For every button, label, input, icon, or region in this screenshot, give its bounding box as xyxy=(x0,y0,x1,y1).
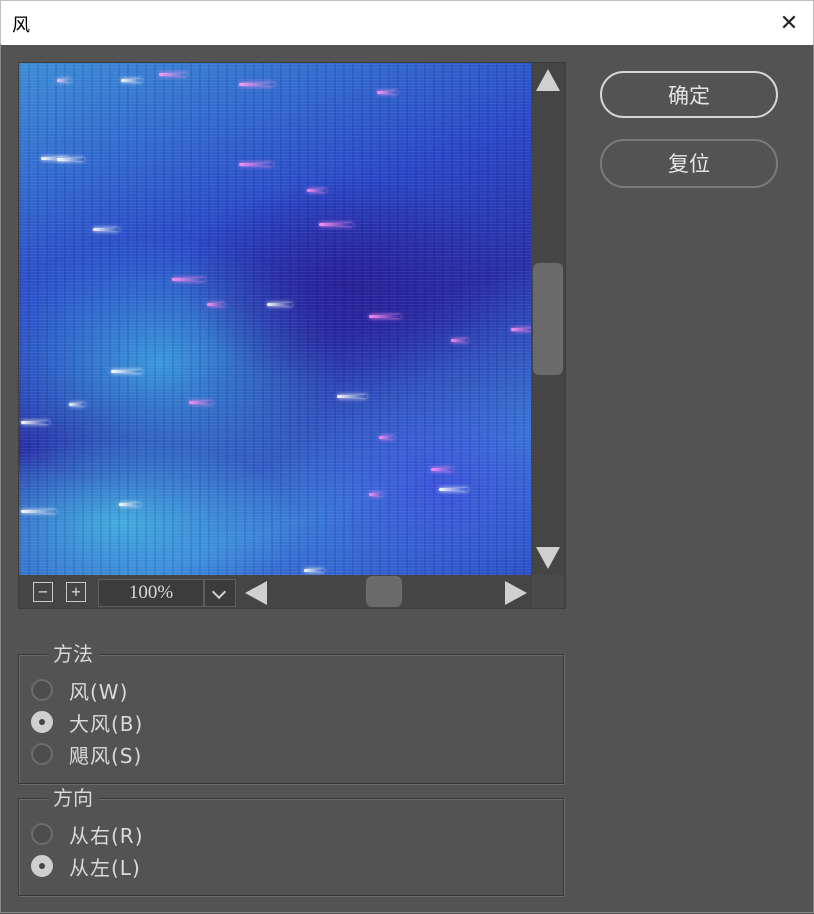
light-speck xyxy=(451,339,468,342)
light-speck xyxy=(207,303,225,306)
method-option-label: 风(W) xyxy=(69,679,129,704)
light-speck xyxy=(239,83,274,86)
light-speck xyxy=(121,79,142,82)
method-legend: 方法 xyxy=(47,641,99,667)
direction-option-label: 从右(R) xyxy=(69,823,144,848)
light-speck xyxy=(189,401,212,404)
method-option-wind[interactable]: 风(W) xyxy=(31,677,129,704)
method-option-stagger[interactable]: 飓风(S) xyxy=(31,741,143,768)
light-speck xyxy=(307,189,326,192)
ok-button[interactable]: 确定 xyxy=(600,71,778,118)
light-speck xyxy=(21,421,49,424)
vertical-scroll-thumb[interactable] xyxy=(533,263,563,375)
light-speck xyxy=(57,158,84,161)
light-speck xyxy=(369,315,401,318)
radio-icon[interactable] xyxy=(31,743,53,765)
light-speck xyxy=(21,510,56,513)
light-speck xyxy=(239,163,273,166)
scroll-up-icon[interactable] xyxy=(536,69,560,91)
light-speck xyxy=(172,278,205,281)
radio-icon[interactable] xyxy=(31,711,53,733)
light-speck xyxy=(377,91,397,94)
direction-legend: 方向 xyxy=(47,785,99,811)
radio-icon[interactable] xyxy=(31,823,53,845)
zoom-value[interactable]: 100% xyxy=(98,579,204,607)
light-speck xyxy=(57,79,71,82)
horizontal-scroll-thumb[interactable] xyxy=(366,576,402,607)
light-speck xyxy=(119,503,140,506)
scroll-right-icon[interactable] xyxy=(505,581,527,605)
direction-option-label: 从左(L) xyxy=(69,855,141,880)
method-option-label: 飓风(S) xyxy=(69,743,143,768)
light-speck xyxy=(379,436,394,439)
method-option-label: 大风(B) xyxy=(69,711,144,736)
zoom-in-button[interactable]: + xyxy=(66,582,86,602)
vertical-scrollbar[interactable] xyxy=(532,63,564,575)
light-speck xyxy=(267,303,292,306)
scroll-left-icon[interactable] xyxy=(245,581,267,605)
method-group: 方法 风(W) 大风(B) 飓风(S) xyxy=(18,641,564,784)
title-bar: 风 ✕ xyxy=(0,0,814,45)
window-title: 风 xyxy=(12,15,30,36)
light-speck xyxy=(511,328,531,331)
light-speck xyxy=(69,403,85,406)
zoom-out-button[interactable]: − xyxy=(33,582,53,602)
zoom-bar: − + 100% xyxy=(19,575,531,608)
preview-panel: − + 100% xyxy=(18,62,566,609)
light-speck xyxy=(337,395,367,398)
close-icon[interactable]: ✕ xyxy=(773,7,805,39)
light-speck xyxy=(431,468,453,471)
light-speck xyxy=(369,493,383,496)
scroll-down-icon[interactable] xyxy=(536,547,560,569)
chevron-down-icon[interactable] xyxy=(204,579,236,607)
direction-option-from-left[interactable]: 从左(L) xyxy=(31,853,141,880)
preview-image[interactable] xyxy=(19,63,531,575)
method-option-blast[interactable]: 大风(B) xyxy=(31,709,144,736)
light-speck xyxy=(439,488,468,491)
horizontal-scrollbar[interactable] xyxy=(241,575,531,608)
light-speck xyxy=(159,73,187,76)
reset-button[interactable]: 复位 xyxy=(600,139,778,188)
light-speck xyxy=(111,370,142,373)
light-speck xyxy=(93,228,119,231)
direction-option-from-right[interactable]: 从右(R) xyxy=(31,821,144,848)
wind-streaks xyxy=(19,63,531,575)
light-speck xyxy=(319,223,353,226)
radio-icon[interactable] xyxy=(31,679,53,701)
radio-icon[interactable] xyxy=(31,855,53,877)
direction-group: 方向 从右(R) 从左(L) xyxy=(18,785,564,896)
scroll-corner xyxy=(532,575,564,608)
light-speck xyxy=(304,569,324,572)
